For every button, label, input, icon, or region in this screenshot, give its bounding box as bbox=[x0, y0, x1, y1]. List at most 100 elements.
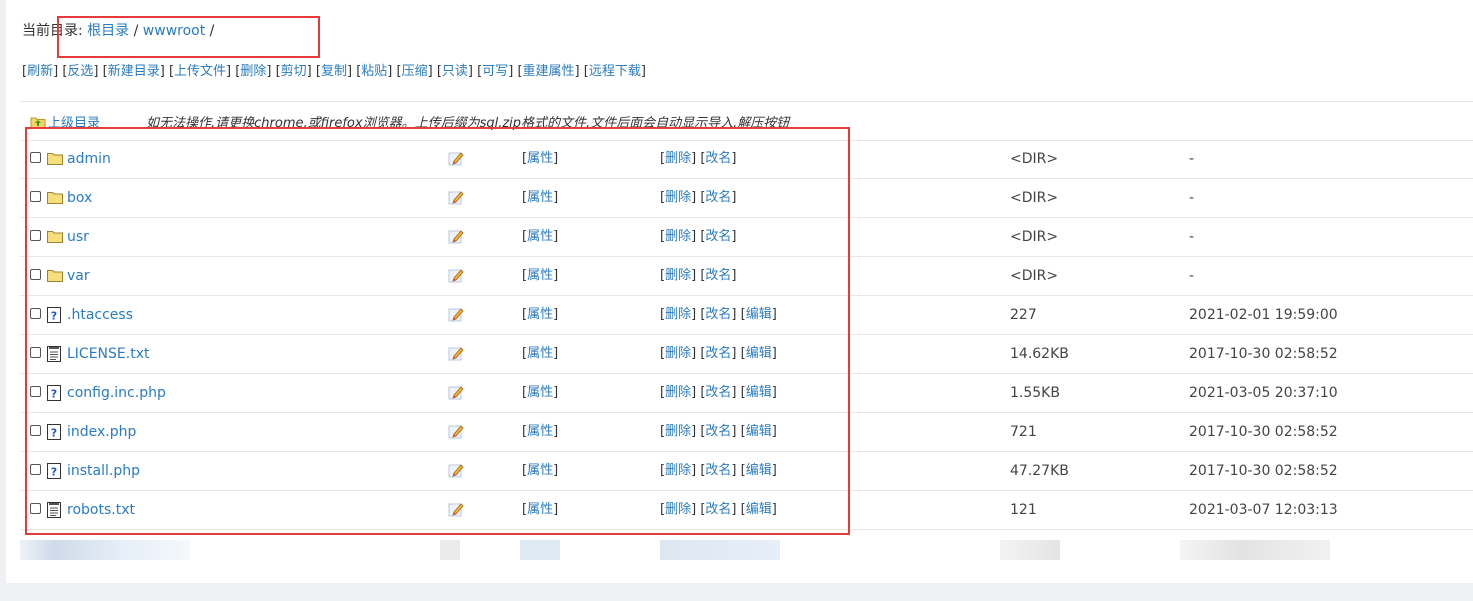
delete-link[interactable]: 删除 bbox=[665, 268, 691, 283]
file-size: 1.55KB bbox=[1010, 385, 1060, 401]
edit-pencil-icon[interactable] bbox=[448, 384, 464, 400]
file-name-link[interactable]: index.php bbox=[67, 413, 136, 451]
attributes-link[interactable]: 属性 bbox=[527, 424, 553, 439]
file-row: usr [属性] [删除] [改名] <DIR> - bbox=[20, 218, 1473, 257]
text-file-icon bbox=[47, 346, 63, 362]
file-name-link[interactable]: .htaccess bbox=[67, 296, 133, 334]
edit-pencil-icon[interactable] bbox=[448, 345, 464, 361]
edit-pencil-icon[interactable] bbox=[448, 462, 464, 478]
delete-link[interactable]: 删除 bbox=[665, 307, 691, 322]
bracket: ] bbox=[427, 64, 433, 79]
edit-link[interactable]: 编辑 bbox=[746, 424, 772, 439]
toolbar-item: [上传文件] bbox=[169, 64, 231, 79]
delete-link[interactable]: 删除 bbox=[665, 346, 691, 361]
file-size: 47.27KB bbox=[1010, 463, 1069, 479]
attributes-link[interactable]: 属性 bbox=[527, 190, 553, 205]
attributes-link[interactable]: 属性 bbox=[527, 346, 553, 361]
parent-directory-link[interactable]: 上级目录 bbox=[48, 112, 100, 131]
edit-link[interactable]: 编辑 bbox=[746, 385, 772, 400]
toolbar-item: [新建目录] bbox=[103, 64, 165, 79]
toolbar-button-4[interactable]: 删除 bbox=[240, 64, 266, 79]
file-name-link[interactable]: robots.txt bbox=[67, 491, 135, 529]
select-checkbox[interactable] bbox=[30, 503, 41, 514]
toolbar-button-1[interactable]: 反选 bbox=[67, 64, 93, 79]
rename-link[interactable]: 改名 bbox=[705, 502, 731, 517]
delete-link[interactable]: 删除 bbox=[665, 190, 691, 205]
edit-link[interactable]: 编辑 bbox=[746, 502, 772, 517]
toolbar-button-5[interactable]: 剪切 bbox=[281, 64, 307, 79]
folder-icon bbox=[47, 268, 63, 284]
select-checkbox[interactable] bbox=[30, 386, 41, 397]
rename-link[interactable]: 改名 bbox=[705, 229, 731, 244]
toolbar-button-10[interactable]: 可写 bbox=[482, 64, 508, 79]
edit-pencil-icon[interactable] bbox=[448, 150, 464, 166]
toolbar-button-7[interactable]: 粘贴 bbox=[361, 64, 387, 79]
folder-up-icon[interactable] bbox=[30, 114, 46, 133]
attributes-cell: [属性] bbox=[522, 424, 559, 439]
toolbar-item: [反选] bbox=[62, 64, 98, 79]
select-checkbox[interactable] bbox=[30, 230, 41, 241]
rename-link[interactable]: 改名 bbox=[705, 307, 731, 322]
select-checkbox[interactable] bbox=[30, 347, 41, 358]
edit-link[interactable]: 编辑 bbox=[746, 307, 772, 322]
delete-link[interactable]: 删除 bbox=[665, 502, 691, 517]
select-checkbox[interactable] bbox=[30, 191, 41, 202]
rename-link[interactable]: 改名 bbox=[705, 424, 731, 439]
file-name-link[interactable]: config.inc.php bbox=[67, 374, 166, 412]
delete-link[interactable]: 删除 bbox=[665, 424, 691, 439]
attributes-cell: [属性] bbox=[522, 229, 559, 244]
edit-pencil-icon[interactable] bbox=[448, 423, 464, 439]
edit-link[interactable]: 编辑 bbox=[746, 346, 772, 361]
delete-link[interactable]: 删除 bbox=[665, 151, 691, 166]
file-name-link[interactable]: admin bbox=[67, 140, 111, 178]
attributes-link[interactable]: 属性 bbox=[527, 385, 553, 400]
toolbar-button-9[interactable]: 只读 bbox=[442, 64, 468, 79]
select-checkbox[interactable] bbox=[30, 464, 41, 475]
blurred-row bbox=[520, 540, 560, 560]
edit-link[interactable]: 编辑 bbox=[746, 463, 772, 478]
select-checkbox[interactable] bbox=[30, 269, 41, 280]
modified-time: 2017-10-30 02:58:52 bbox=[1189, 463, 1338, 479]
select-checkbox[interactable] bbox=[30, 425, 41, 436]
edit-pencil-icon[interactable] bbox=[448, 189, 464, 205]
attributes-link[interactable]: 属性 bbox=[527, 229, 553, 244]
toolbar-button-6[interactable]: 复制 bbox=[321, 64, 347, 79]
toolbar-button-12[interactable]: 远程下载 bbox=[589, 64, 641, 79]
modified-time: - bbox=[1189, 190, 1195, 206]
file-name-link[interactable]: LICENSE.txt bbox=[67, 335, 149, 373]
rename-link[interactable]: 改名 bbox=[705, 463, 731, 478]
modified-time: 2017-10-30 02:58:52 bbox=[1189, 424, 1338, 440]
rename-link[interactable]: 改名 bbox=[705, 190, 731, 205]
toolbar: [刷新] [反选] [新建目录] [上传文件] [删除] [剪切] [复制] [… bbox=[22, 63, 646, 81]
edit-pencil-icon[interactable] bbox=[448, 267, 464, 283]
rename-link[interactable]: 改名 bbox=[705, 268, 731, 283]
rename-link[interactable]: 改名 bbox=[705, 151, 731, 166]
modified-time: 2021-02-01 19:59:00 bbox=[1189, 307, 1338, 323]
file-name-link[interactable]: usr bbox=[67, 218, 89, 256]
toolbar-button-0[interactable]: 刷新 bbox=[27, 64, 53, 79]
file-name-link[interactable]: var bbox=[67, 257, 90, 295]
attributes-link[interactable]: 属性 bbox=[527, 151, 553, 166]
file-name-link[interactable]: box bbox=[67, 179, 92, 217]
attributes-link[interactable]: 属性 bbox=[527, 307, 553, 322]
edit-pencil-icon[interactable] bbox=[448, 501, 464, 517]
delete-link[interactable]: 删除 bbox=[665, 385, 691, 400]
rename-link[interactable]: 改名 bbox=[705, 346, 731, 361]
toolbar-button-8[interactable]: 压缩 bbox=[402, 64, 428, 79]
svg-text:?: ? bbox=[51, 427, 57, 440]
toolbar-button-2[interactable]: 新建目录 bbox=[108, 64, 160, 79]
toolbar-button-3[interactable]: 上传文件 bbox=[174, 64, 226, 79]
select-checkbox[interactable] bbox=[30, 308, 41, 319]
attributes-link[interactable]: 属性 bbox=[527, 463, 553, 478]
edit-pencil-icon[interactable] bbox=[448, 228, 464, 244]
delete-link[interactable]: 删除 bbox=[665, 229, 691, 244]
rename-link[interactable]: 改名 bbox=[705, 385, 731, 400]
operations-cell: [删除] [改名] [编辑] bbox=[660, 346, 777, 361]
select-checkbox[interactable] bbox=[30, 152, 41, 163]
toolbar-button-11[interactable]: 重建属性 bbox=[523, 64, 575, 79]
attributes-link[interactable]: 属性 bbox=[527, 268, 553, 283]
attributes-link[interactable]: 属性 bbox=[527, 502, 553, 517]
file-name-link[interactable]: install.php bbox=[67, 452, 140, 490]
delete-link[interactable]: 删除 bbox=[665, 463, 691, 478]
edit-pencil-icon[interactable] bbox=[448, 306, 464, 322]
